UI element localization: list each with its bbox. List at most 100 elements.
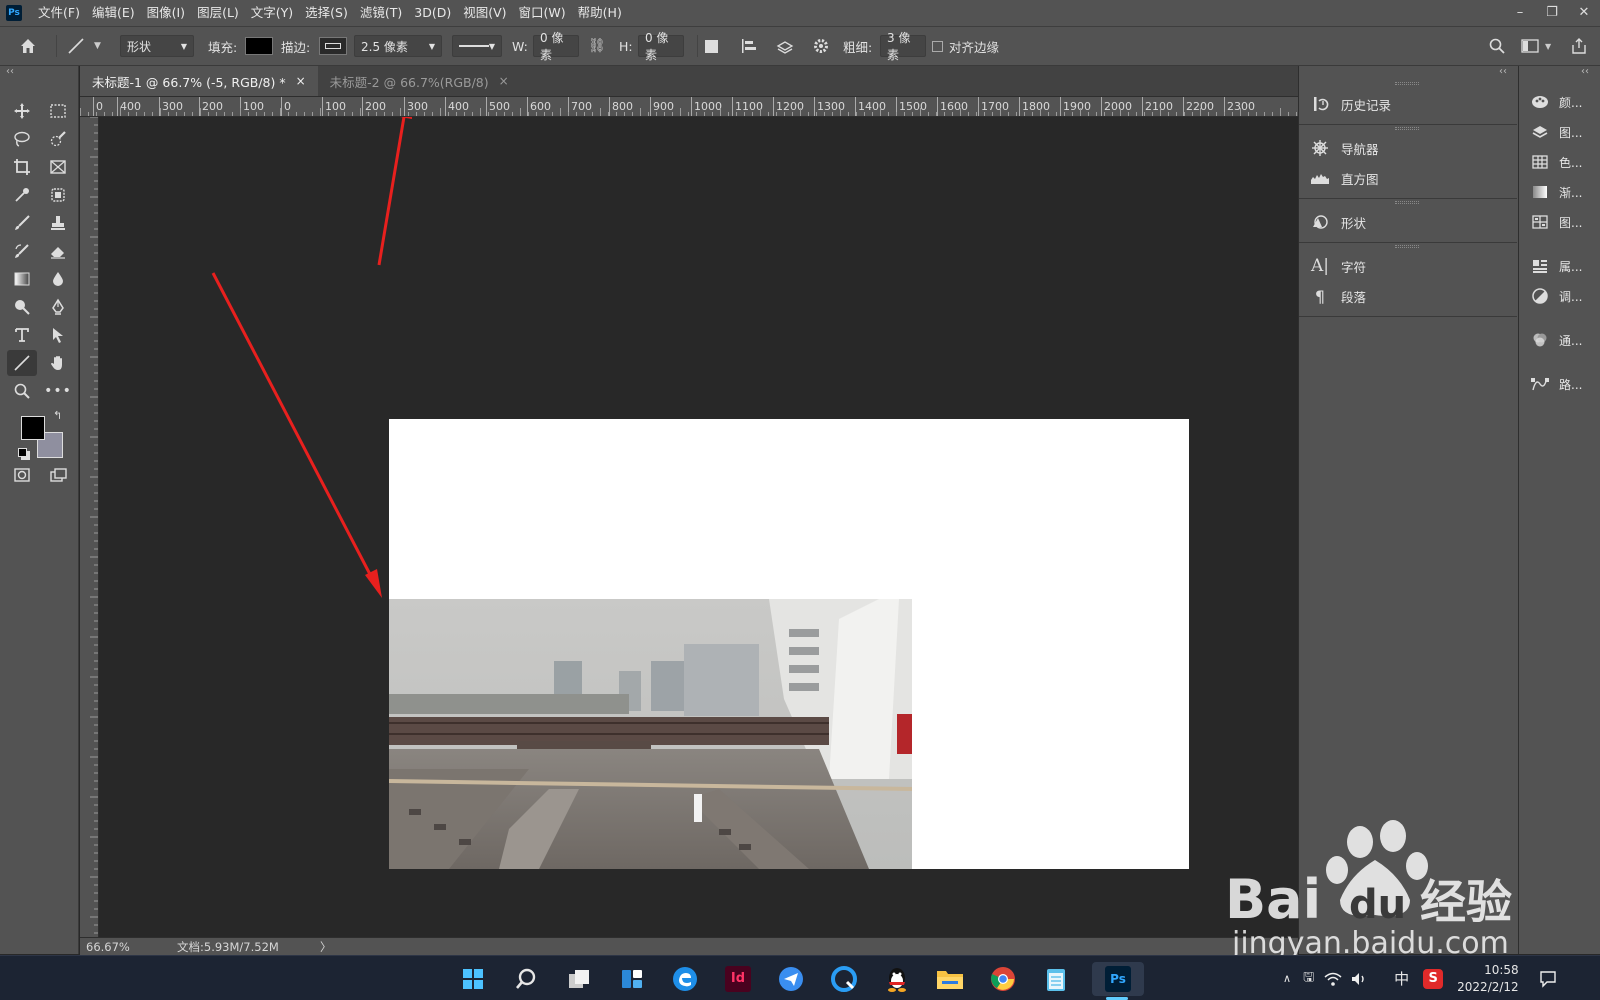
task-view-button[interactable] xyxy=(562,962,596,996)
stroke-width-input[interactable]: 2.5 像素 ▼ xyxy=(354,35,442,57)
menu-item[interactable]: 图像(I) xyxy=(141,0,191,26)
path-operations-button[interactable] xyxy=(705,27,718,65)
type-tool[interactable] xyxy=(7,322,37,348)
menu-item[interactable]: 帮助(H) xyxy=(572,0,628,26)
swap-colors-icon[interactable]: ↰ xyxy=(53,409,62,422)
canvas-area[interactable] xyxy=(99,117,1278,937)
align-edges-checkbox[interactable] xyxy=(932,40,943,52)
path-selection-tool[interactable] xyxy=(43,322,73,348)
home-button[interactable] xyxy=(18,27,38,65)
panel-character[interactable]: A| 字符 xyxy=(1309,254,1366,278)
blur-tool[interactable] xyxy=(43,266,73,292)
width-input[interactable]: 0 像素 xyxy=(533,31,579,62)
vertical-ruler[interactable] xyxy=(80,117,99,937)
link-dimensions-button[interactable]: ⛓ xyxy=(588,27,606,65)
start-button[interactable] xyxy=(456,962,490,996)
file-explorer-app[interactable] xyxy=(933,962,967,996)
path-arrangement-button[interactable] xyxy=(775,27,795,65)
menu-item[interactable]: 窗口(W) xyxy=(513,0,572,26)
panel-shapes[interactable]: 形状 xyxy=(1309,210,1366,234)
feishu-app[interactable] xyxy=(774,962,808,996)
tray-overflow-icon[interactable]: ∧ xyxy=(1283,972,1291,985)
menu-item[interactable]: 视图(V) xyxy=(457,0,512,26)
line-tool-preset[interactable]: ▼ xyxy=(66,27,101,65)
widgets-button[interactable] xyxy=(615,962,649,996)
menu-item[interactable]: 图层(L) xyxy=(191,0,245,26)
menu-item[interactable]: 文件(F) xyxy=(32,0,86,26)
taskbar-search-button[interactable] xyxy=(509,962,543,996)
default-colors-icon[interactable] xyxy=(18,448,27,457)
panel-layers[interactable]: 图... xyxy=(1529,120,1582,144)
clone-stamp-tool[interactable] xyxy=(43,210,73,236)
volume-icon[interactable] xyxy=(1350,971,1368,987)
horizontal-ruler[interactable]: 0 400 300 200 100 0 100 200 300 400 500 600 700 800 90… xyxy=(80,97,1298,117)
weight-input[interactable]: 3 像素 xyxy=(880,31,926,62)
panel-adjustments[interactable]: 调... xyxy=(1529,284,1582,308)
line-tool[interactable] xyxy=(7,350,37,376)
eyedropper-tool[interactable] xyxy=(7,182,37,208)
rooftop-photo-layer[interactable] xyxy=(389,599,912,869)
screen-mode-button[interactable] xyxy=(43,462,73,488)
lasso-tool[interactable] xyxy=(7,126,37,152)
menu-item[interactable]: 滤镜(T) xyxy=(354,0,408,26)
search-button[interactable] xyxy=(1488,27,1506,65)
photoshop-app[interactable]: Ps xyxy=(1092,962,1144,996)
move-tool[interactable] xyxy=(7,98,37,124)
collapse-panels-icon[interactable]: ‹‹ xyxy=(1499,66,1507,77)
foreground-color[interactable] xyxy=(21,416,45,440)
brush-tool[interactable] xyxy=(7,210,37,236)
qq-app[interactable] xyxy=(880,962,914,996)
menu-item[interactable]: 编辑(E) xyxy=(86,0,141,26)
sogou-ime-icon[interactable]: S xyxy=(1423,968,1444,989)
gradient-tool[interactable] xyxy=(7,266,37,292)
align-edges-toggle[interactable]: 对齐边缘 xyxy=(932,27,999,65)
more-tools[interactable]: ••• xyxy=(43,378,73,404)
close-tab-icon[interactable]: × xyxy=(499,74,509,88)
stroke-swatch[interactable] xyxy=(319,37,347,55)
menu-item[interactable]: 文字(Y) xyxy=(245,0,299,26)
close-button[interactable]: ✕ xyxy=(1568,0,1600,26)
history-brush-tool[interactable] xyxy=(7,238,37,264)
menu-item[interactable]: 3D(D) xyxy=(408,0,457,26)
panel-channels[interactable]: 通... xyxy=(1529,328,1582,352)
quick-mask-button[interactable] xyxy=(7,462,37,488)
tool-mode-select[interactable]: 形状 ▼ xyxy=(120,35,194,57)
browser-app[interactable] xyxy=(827,962,861,996)
clock[interactable]: 10:58 2022/2/12 xyxy=(1457,962,1519,996)
panel-histogram[interactable]: 直方图 xyxy=(1309,166,1379,190)
eraser-tool[interactable] xyxy=(43,238,73,264)
expand-panels-icon[interactable]: ‹‹ xyxy=(1581,66,1589,77)
panel-history[interactable]: 历史记录 xyxy=(1309,92,1391,116)
indesign-app[interactable]: Id xyxy=(721,962,755,996)
notepad-app[interactable] xyxy=(1039,962,1073,996)
tab-document-2[interactable]: 未标题-2 @ 66.7%(RGB/8) × xyxy=(318,66,521,96)
restore-button[interactable]: ❐ xyxy=(1536,0,1568,26)
chrome-app[interactable] xyxy=(986,962,1020,996)
menu-item[interactable]: 选择(S) xyxy=(299,0,354,26)
minimize-button[interactable]: – xyxy=(1504,0,1536,26)
status-menu-arrow[interactable]: 〉 xyxy=(320,939,332,955)
quick-selection-tool[interactable] xyxy=(43,126,73,152)
zoom-level[interactable]: 66.67% xyxy=(86,940,130,954)
ime-indicator[interactable]: 中 xyxy=(1394,968,1409,989)
spot-healing-tool[interactable] xyxy=(43,182,73,208)
pen-tool[interactable] xyxy=(43,294,73,320)
tab-document-1[interactable]: 未标题-1 @ 66.7% (-5, RGB/8) * × xyxy=(80,66,318,96)
wifi-icon[interactable] xyxy=(1324,971,1342,987)
share-button[interactable] xyxy=(1570,27,1588,65)
notification-icon[interactable] xyxy=(1539,970,1557,988)
device-icon[interactable]: 🖫 xyxy=(1303,968,1314,990)
panel-patterns[interactable]: 图... xyxy=(1529,210,1582,234)
panel-paragraph[interactable]: ¶ 段落 xyxy=(1309,284,1366,308)
workspace-button[interactable]: ▼ xyxy=(1521,27,1551,65)
settings-button[interactable] xyxy=(812,27,830,65)
fill-swatch[interactable] xyxy=(245,37,273,55)
stroke-type-select[interactable]: ▼ xyxy=(452,35,502,57)
marquee-tool[interactable] xyxy=(43,98,73,124)
path-alignment-button[interactable] xyxy=(740,27,758,65)
panel-swatches[interactable]: 色... xyxy=(1529,150,1582,174)
panel-color[interactable]: 颜... xyxy=(1529,90,1582,114)
dodge-tool[interactable] xyxy=(7,294,37,320)
document-canvas[interactable] xyxy=(389,419,1189,869)
hand-tool[interactable] xyxy=(43,350,73,376)
